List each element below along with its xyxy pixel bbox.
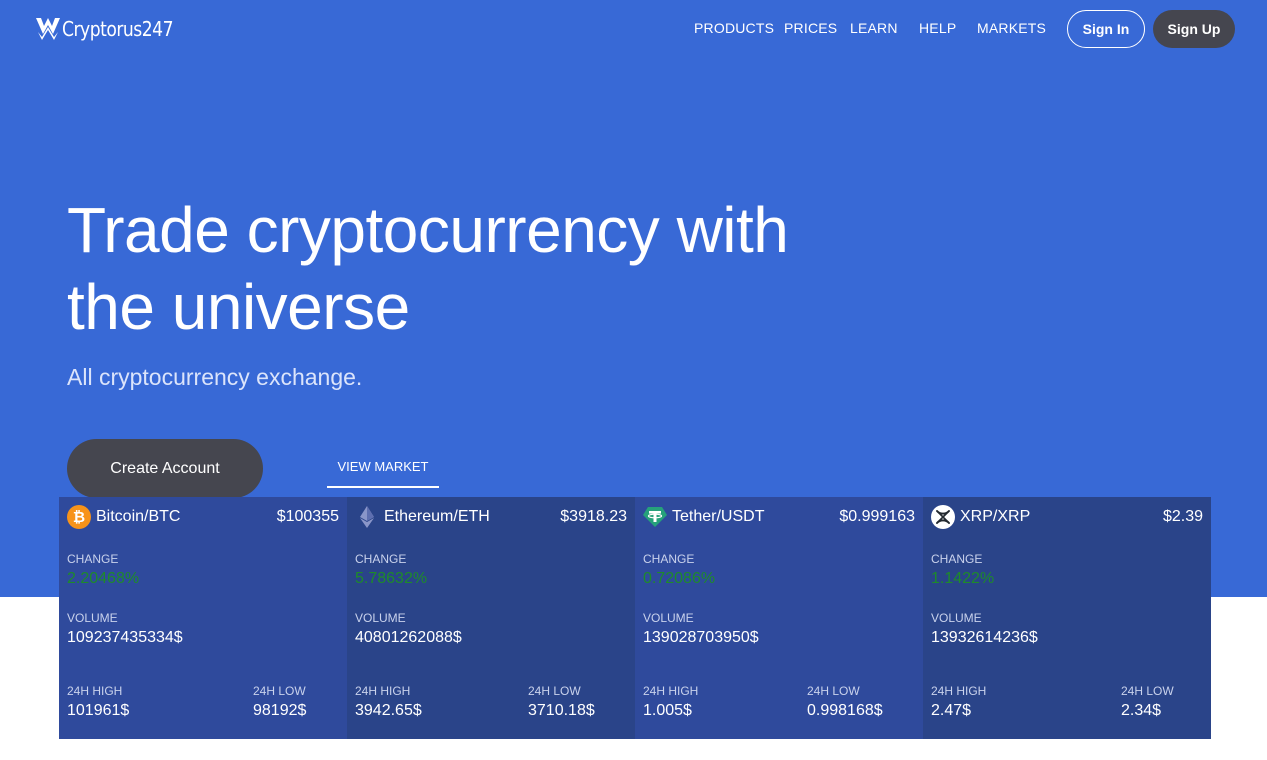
logo[interactable]: Cryptorus247: [35, 14, 191, 44]
svg-text:₿: ₿: [73, 508, 85, 526]
volume-label: VOLUME: [355, 611, 406, 625]
high-label: 24H HIGH: [931, 684, 987, 698]
change-value: 0.72086%: [643, 570, 716, 587]
ticker-card-eth[interactable]: Ethereum/ETH $3918.23 CHANGE 5.78632% VO…: [347, 497, 635, 739]
high-value: 101961$: [67, 702, 130, 719]
ticker-card-usdt[interactable]: Tether/USDT $0.999163 CHANGE 0.72086% VO…: [635, 497, 923, 739]
ticker-card-btc[interactable]: ₿ Bitcoin/BTC $100355 CHANGE 2.20468% VO…: [59, 497, 347, 739]
ticker-strip: ₿ Bitcoin/BTC $100355 CHANGE 2.20468% VO…: [59, 497, 1211, 739]
xrp-icon: [931, 505, 955, 529]
create-account-button[interactable]: Create Account: [67, 439, 263, 498]
change-label: CHANGE: [643, 552, 695, 566]
tether-icon: [643, 505, 667, 529]
ticker-pair: Tether/USDT: [672, 508, 765, 525]
high-label: 24H HIGH: [355, 684, 411, 698]
bitcoin-icon: ₿: [67, 505, 91, 529]
hero-headline: Trade cryptocurrency with the universe: [67, 194, 789, 343]
volume-label: VOLUME: [643, 611, 694, 625]
change-value: 2.20468%: [67, 570, 140, 587]
low-label: 24H LOW: [807, 684, 860, 698]
logo-text: Cryptorus247: [62, 17, 174, 41]
low-label: 24H LOW: [528, 684, 581, 698]
high-value: 2.47$: [931, 702, 972, 719]
volume-label: VOLUME: [931, 611, 982, 625]
low-value: 0.998168$: [807, 702, 883, 719]
high-label: 24H HIGH: [67, 684, 123, 698]
page: Cryptorus247 PRODUCTS PRICES LEARN HELP …: [0, 0, 1267, 760]
change-label: CHANGE: [355, 552, 407, 566]
low-value: 98192$: [253, 702, 307, 719]
volume-value: 40801262088$: [355, 629, 462, 646]
logo-icon: [36, 18, 60, 40]
change-value: 1.1422%: [931, 570, 995, 587]
ethereum-icon: [355, 505, 379, 529]
ticker-price: $3918.23: [560, 508, 627, 525]
volume-value: 139028703950$: [643, 629, 759, 646]
high-value: 1.005$: [643, 702, 692, 719]
sign-in-button[interactable]: Sign In: [1067, 10, 1145, 48]
low-label: 24H LOW: [1121, 684, 1174, 698]
nav-learn[interactable]: LEARN: [850, 20, 898, 36]
volume-value: 13932614236$: [931, 629, 1038, 646]
ticker-pair: Bitcoin/BTC: [96, 508, 181, 525]
ticker-pair: Ethereum/ETH: [384, 508, 490, 525]
change-label: CHANGE: [67, 552, 119, 566]
nav-markets[interactable]: MARKETS: [977, 20, 1046, 36]
high-value: 3942.65$: [355, 702, 422, 719]
sign-up-button[interactable]: Sign Up: [1153, 10, 1235, 48]
nav-prices[interactable]: PRICES: [784, 20, 837, 36]
volume-value: 109237435334$: [67, 629, 183, 646]
ticker-price: $100355: [276, 508, 339, 525]
ticker-price: $2.39: [1162, 508, 1203, 525]
change-label: CHANGE: [931, 552, 983, 566]
low-value: 2.34$: [1121, 702, 1162, 719]
nav-help[interactable]: HELP: [919, 20, 956, 36]
low-label: 24H LOW: [253, 684, 306, 698]
view-market-link[interactable]: VIEW MARKET: [327, 449, 439, 488]
hero-subtitle: All cryptocurrency exchange.: [67, 364, 363, 390]
ticker-pair: XRP/XRP: [960, 508, 1031, 525]
low-value: 3710.18$: [528, 702, 595, 719]
ticker-card-xrp[interactable]: XRP/XRP $2.39 CHANGE 1.1422% VOLUME 1393…: [923, 497, 1211, 739]
nav-products[interactable]: PRODUCTS: [694, 20, 774, 36]
change-value: 5.78632%: [355, 570, 428, 587]
ticker-price: $0.999163: [839, 508, 915, 525]
high-label: 24H HIGH: [643, 684, 699, 698]
volume-label: VOLUME: [67, 611, 118, 625]
